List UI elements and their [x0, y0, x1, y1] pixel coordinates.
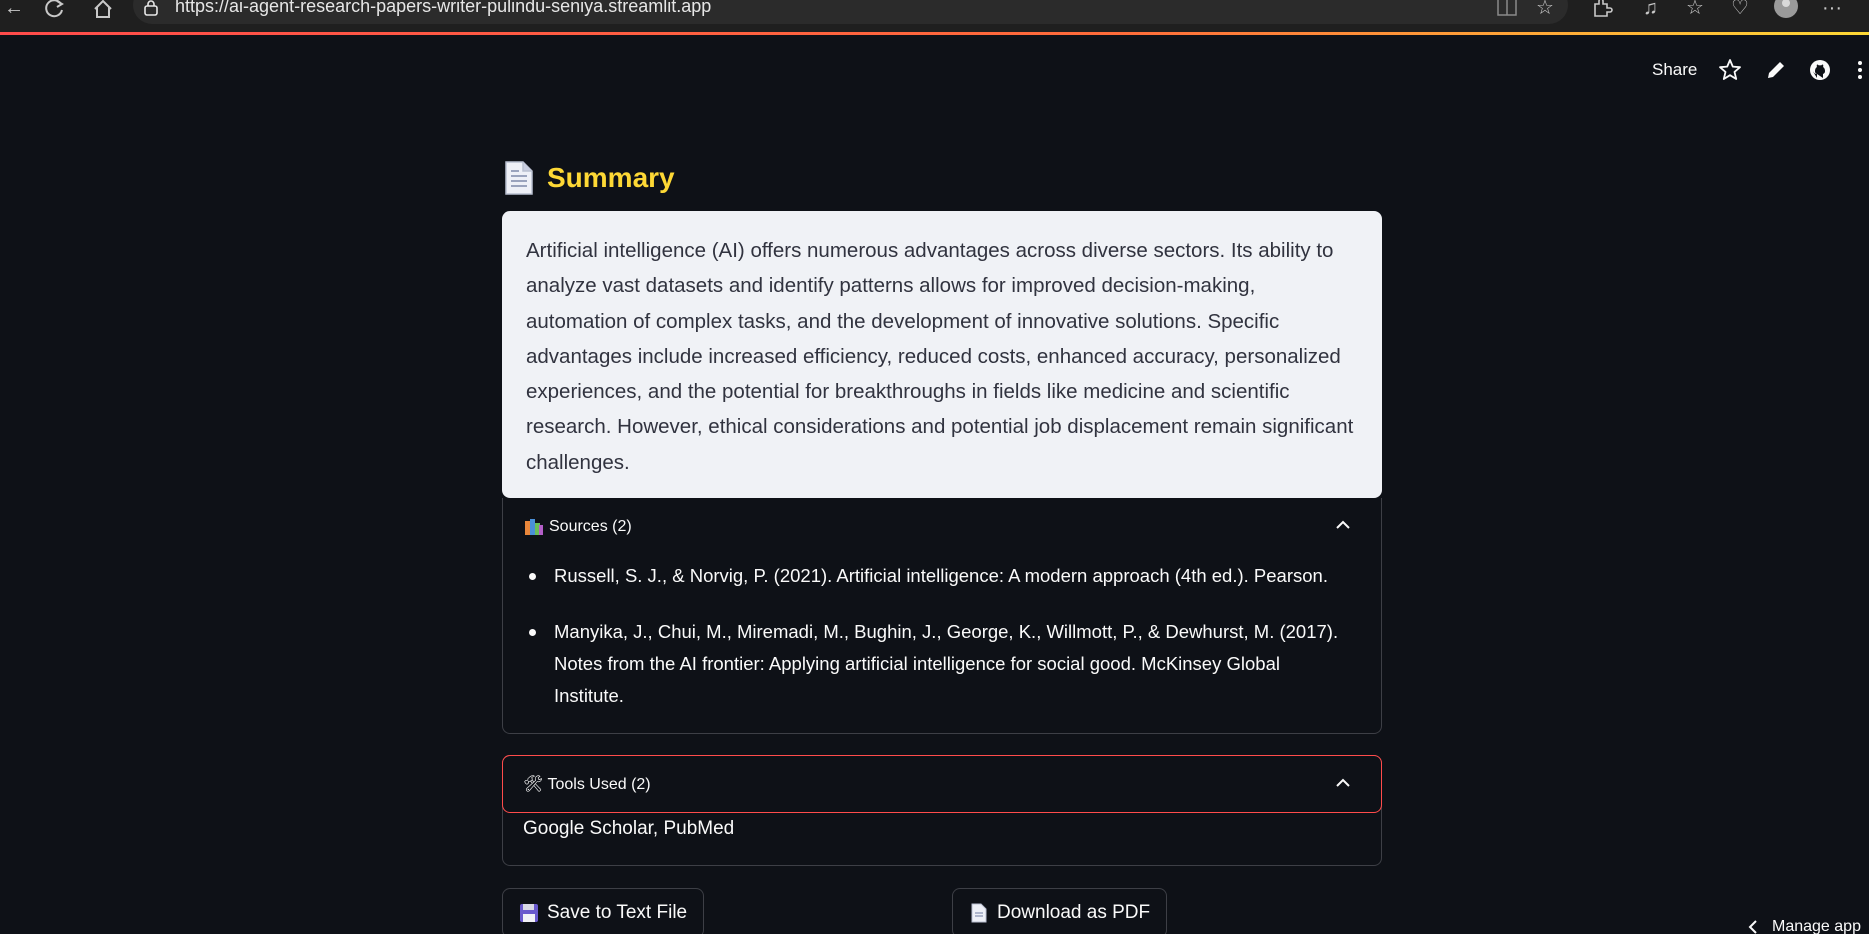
summary-card: Artificial intelligence (AI) offers nume… — [502, 211, 1382, 498]
document-icon — [505, 161, 533, 195]
split-screen-icon[interactable] — [1497, 0, 1517, 20]
extensions-icon[interactable] — [1591, 0, 1613, 22]
chevron-left-icon — [1748, 920, 1757, 934]
url-text[interactable]: https://ai-agent-research-papers-writer-… — [175, 0, 711, 17]
tools-value: Google Scholar, PubMed — [523, 818, 735, 839]
browser-essentials-icon[interactable]: ♡ — [1731, 0, 1749, 18]
profile-avatar-icon[interactable] — [1772, 0, 1800, 24]
back-icon[interactable]: ← — [4, 0, 24, 18]
favorite-star-icon[interactable]: ☆ — [1536, 0, 1554, 18]
main-menu-icon[interactable] — [1854, 58, 1869, 82]
more-options-icon[interactable]: ··· — [1822, 0, 1842, 18]
save-text-file-button[interactable]: Save to Text File — [502, 888, 705, 934]
browser-toolbar: ← https://ai-agent-research-papers-write… — [0, 0, 1869, 34]
summary-text: Artificial intelligence (AI) offers nume… — [526, 239, 1354, 474]
save-button-label: Save to Text File — [547, 902, 688, 923]
media-control-icon[interactable]: ♫ — [1643, 0, 1658, 18]
pdf-button-label: Download as PDF — [997, 902, 1151, 923]
source-item: Russell, S. J., & Norvig, P. (2021). Art… — [525, 560, 1345, 592]
star-icon[interactable] — [1718, 58, 1742, 82]
sources-list: Russell, S. J., & Norvig, P. (2021). Art… — [525, 560, 1345, 736]
share-button[interactable]: Share — [1652, 60, 1697, 80]
home-icon[interactable] — [92, 0, 114, 18]
sources-expander: Sources (2) Russell, S. J., & Norvig, P.… — [502, 498, 1382, 734]
manage-app-button[interactable]: Manage app — [1748, 918, 1861, 934]
lock-icon — [144, 0, 158, 16]
github-icon[interactable] — [1808, 58, 1832, 82]
sources-label[interactable]: Sources (2) — [549, 518, 632, 536]
download-pdf-button[interactable]: Download as PDF — [952, 888, 1168, 934]
refresh-icon[interactable] — [44, 0, 66, 18]
tools-label[interactable]: 🛠 Tools Used (2) — [523, 774, 651, 794]
floppy-disk-icon — [520, 904, 538, 922]
chevron-up-icon[interactable] — [1335, 520, 1351, 530]
books-icon — [525, 519, 543, 535]
tools-expander-header[interactable]: 🛠 Tools Used (2) — [502, 755, 1382, 813]
sources-expander-header[interactable]: Sources (2) — [525, 518, 632, 536]
page-load-progress — [0, 32, 1869, 35]
edit-pencil-icon[interactable] — [1764, 58, 1788, 82]
favorites-list-icon[interactable]: ☆ — [1686, 0, 1704, 18]
summary-heading: Summary — [503, 160, 675, 196]
manage-app-label[interactable]: Manage app — [1772, 918, 1861, 934]
source-item: Manyika, J., Chui, M., Miremadi, M., Bug… — [525, 616, 1345, 712]
document-icon — [971, 903, 987, 923]
chevron-up-icon[interactable] — [1335, 778, 1351, 788]
summary-title: Summary — [547, 162, 675, 193]
tools-expander: 🛠 Tools Used (2) Google Scholar, PubMed — [502, 755, 1382, 866]
